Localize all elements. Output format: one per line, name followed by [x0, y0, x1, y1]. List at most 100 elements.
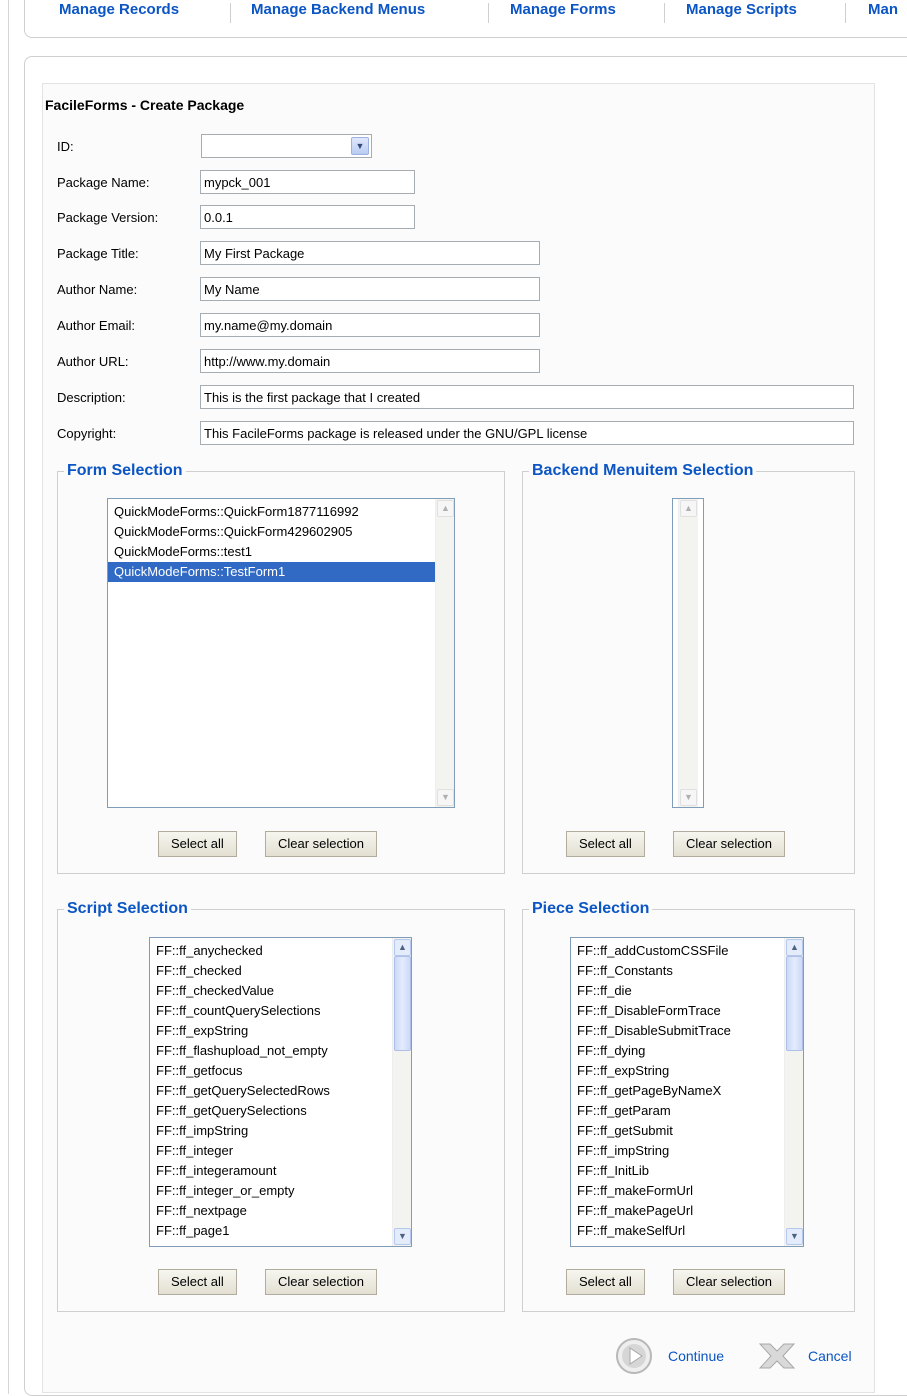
id-label: ID:	[57, 139, 74, 154]
description-label: Description:	[57, 390, 126, 405]
list-item[interactable]: FF::ff_integer	[150, 1141, 411, 1161]
list-item[interactable]: FF::ff_integeramount	[150, 1161, 411, 1181]
list-item[interactable]: QuickModeForms::test1	[108, 542, 454, 562]
list-item[interactable]: FF::ff_flashupload_not_empty	[150, 1041, 411, 1061]
scroll-thumb[interactable]	[786, 956, 803, 1051]
nav-manage-forms[interactable]: Manage Forms	[510, 1, 616, 18]
list-item[interactable]: FF::ff_makeFormUrl	[571, 1181, 803, 1201]
script-selection-legend: Script Selection	[67, 900, 188, 917]
package-version-input[interactable]	[200, 205, 415, 229]
author-name-label: Author Name:	[57, 282, 138, 297]
list-item[interactable]: FF::ff_getParam	[571, 1101, 803, 1121]
arrow-up-icon[interactable]: ▲	[680, 500, 697, 517]
form-select-all-button[interactable]: Select all	[158, 831, 237, 857]
scrollbar[interactable]: ▲ ▼	[435, 499, 454, 807]
package-title-label: Package Title:	[57, 246, 139, 261]
script-select-all-button[interactable]: Select all	[158, 1269, 237, 1295]
scrollbar[interactable]: ▲ ▼	[784, 938, 803, 1246]
nav-separator	[230, 3, 231, 23]
nav-manage-scripts[interactable]: Manage Scripts	[686, 1, 797, 18]
author-email-input[interactable]	[200, 313, 540, 337]
nav-separator	[845, 3, 846, 23]
piece-selection-legend: Piece Selection	[532, 900, 650, 917]
list-item[interactable]: FF::ff_countQuerySelections	[150, 1001, 411, 1021]
list-item[interactable]: FF::ff_nextpage	[150, 1201, 411, 1221]
nav-manage-backend-menus[interactable]: Manage Backend Menus	[251, 1, 425, 18]
list-item[interactable]: FF::ff_DisableSubmitTrace	[571, 1021, 803, 1041]
continue-label: Continue	[668, 1348, 725, 1364]
author-url-label: Author URL:	[57, 354, 129, 369]
nav-manage-records[interactable]: Manage Records	[59, 1, 179, 18]
top-menu-bar: Manage Records Manage Backend Menus Mana…	[24, 0, 907, 38]
list-item[interactable]: FF::ff_getfocus	[150, 1061, 411, 1081]
list-item[interactable]: FF::ff_makeSelfUrl	[571, 1221, 803, 1241]
left-border-line	[8, 0, 9, 1394]
scrollbar[interactable]: ▲ ▼	[678, 499, 698, 807]
arrow-down-icon[interactable]: ▼	[437, 789, 454, 806]
id-select[interactable]: ▼	[201, 134, 372, 158]
cancel-button[interactable]: Cancel	[752, 1336, 852, 1376]
package-name-label: Package Name:	[57, 175, 150, 190]
copyright-label: Copyright:	[57, 426, 117, 441]
arrow-up-icon[interactable]: ▲	[394, 939, 411, 956]
package-version-label: Package Version:	[57, 210, 159, 225]
list-item[interactable]: FF::ff_getQuerySelections	[150, 1101, 411, 1121]
chevron-down-icon: ▼	[351, 137, 369, 155]
list-item[interactable]: FF::ff_getQuerySelectedRows	[150, 1081, 411, 1101]
menu-select-all-button[interactable]: Select all	[566, 831, 645, 857]
cross-icon	[758, 1343, 796, 1369]
arrow-up-icon[interactable]: ▲	[437, 500, 454, 517]
play-circle-icon	[616, 1338, 652, 1374]
list-item-selected[interactable]: QuickModeForms::TestForm1	[108, 562, 454, 582]
arrow-up-icon[interactable]: ▲	[786, 939, 803, 956]
piece-selection-list[interactable]: FF::ff_addCustomCSSFile FF::ff_Constants F…	[570, 937, 804, 1247]
menu-selection-list[interactable]: ▲ ▼	[672, 498, 704, 808]
list-item[interactable]: FF::ff_DisableFormTrace	[571, 1001, 803, 1021]
list-item[interactable]: FF::ff_dying	[571, 1041, 803, 1061]
menu-selection-legend: Backend Menuitem Selection	[532, 462, 754, 479]
script-selection-list[interactable]: FF::ff_anychecked FF::ff_checked FF::ff_ch…	[149, 937, 412, 1247]
scrollbar[interactable]: ▲ ▼	[392, 938, 411, 1246]
list-item[interactable]: FF::ff_die	[571, 981, 803, 1001]
arrow-down-icon[interactable]: ▼	[680, 789, 697, 806]
piece-clear-selection-button[interactable]: Clear selection	[673, 1269, 785, 1295]
list-item[interactable]: QuickModeForms::QuickForm429602905	[108, 522, 454, 542]
nav-manage-more[interactable]: Man	[868, 1, 898, 18]
arrow-down-icon[interactable]: ▼	[786, 1228, 803, 1245]
list-item[interactable]: FF::ff_makePageUrl	[571, 1201, 803, 1221]
arrow-down-icon[interactable]: ▼	[394, 1228, 411, 1245]
nav-separator	[664, 3, 665, 23]
author-url-input[interactable]	[200, 349, 540, 373]
list-item[interactable]: QuickModeForms::QuickForm1877116992	[108, 502, 454, 522]
list-item[interactable]: FF::ff_addCustomCSSFile	[571, 941, 803, 961]
list-item[interactable]: FF::ff_InitLib	[571, 1161, 803, 1181]
list-item[interactable]: FF::ff_Constants	[571, 961, 803, 981]
list-item[interactable]: FF::ff_expString	[571, 1061, 803, 1081]
script-clear-selection-button[interactable]: Clear selection	[265, 1269, 377, 1295]
list-item[interactable]: FF::ff_impString	[571, 1141, 803, 1161]
piece-select-all-button[interactable]: Select all	[566, 1269, 645, 1295]
menu-clear-selection-button[interactable]: Clear selection	[673, 831, 785, 857]
list-item[interactable]: FF::ff_getPageByNameX	[571, 1081, 803, 1101]
author-name-input[interactable]	[200, 277, 540, 301]
list-item[interactable]: FF::ff_page1	[150, 1221, 411, 1241]
continue-button[interactable]: Continue	[612, 1336, 724, 1376]
form-clear-selection-button[interactable]: Clear selection	[265, 831, 377, 857]
page-title: FacileForms - Create Package	[45, 97, 245, 113]
list-item[interactable]: FF::ff_expString	[150, 1021, 411, 1041]
scroll-thumb[interactable]	[394, 956, 411, 1051]
list-item[interactable]: FF::ff_anychecked	[150, 941, 411, 961]
list-item[interactable]: FF::ff_checkedValue	[150, 981, 411, 1001]
form-selection-list[interactable]: QuickModeForms::QuickForm1877116992 Quic…	[107, 498, 455, 808]
list-item[interactable]: FF::ff_integer_or_empty	[150, 1181, 411, 1201]
package-title-input[interactable]	[200, 241, 540, 265]
nav-separator	[488, 3, 489, 23]
list-item[interactable]: FF::ff_checked	[150, 961, 411, 981]
form-selection-legend: Form Selection	[67, 462, 183, 479]
list-item[interactable]: FF::ff_impString	[150, 1121, 411, 1141]
list-item[interactable]: FF::ff_getSubmit	[571, 1121, 803, 1141]
package-name-input[interactable]	[200, 170, 415, 194]
copyright-input[interactable]	[200, 421, 854, 445]
cancel-label: Cancel	[808, 1348, 852, 1364]
description-input[interactable]	[200, 385, 854, 409]
